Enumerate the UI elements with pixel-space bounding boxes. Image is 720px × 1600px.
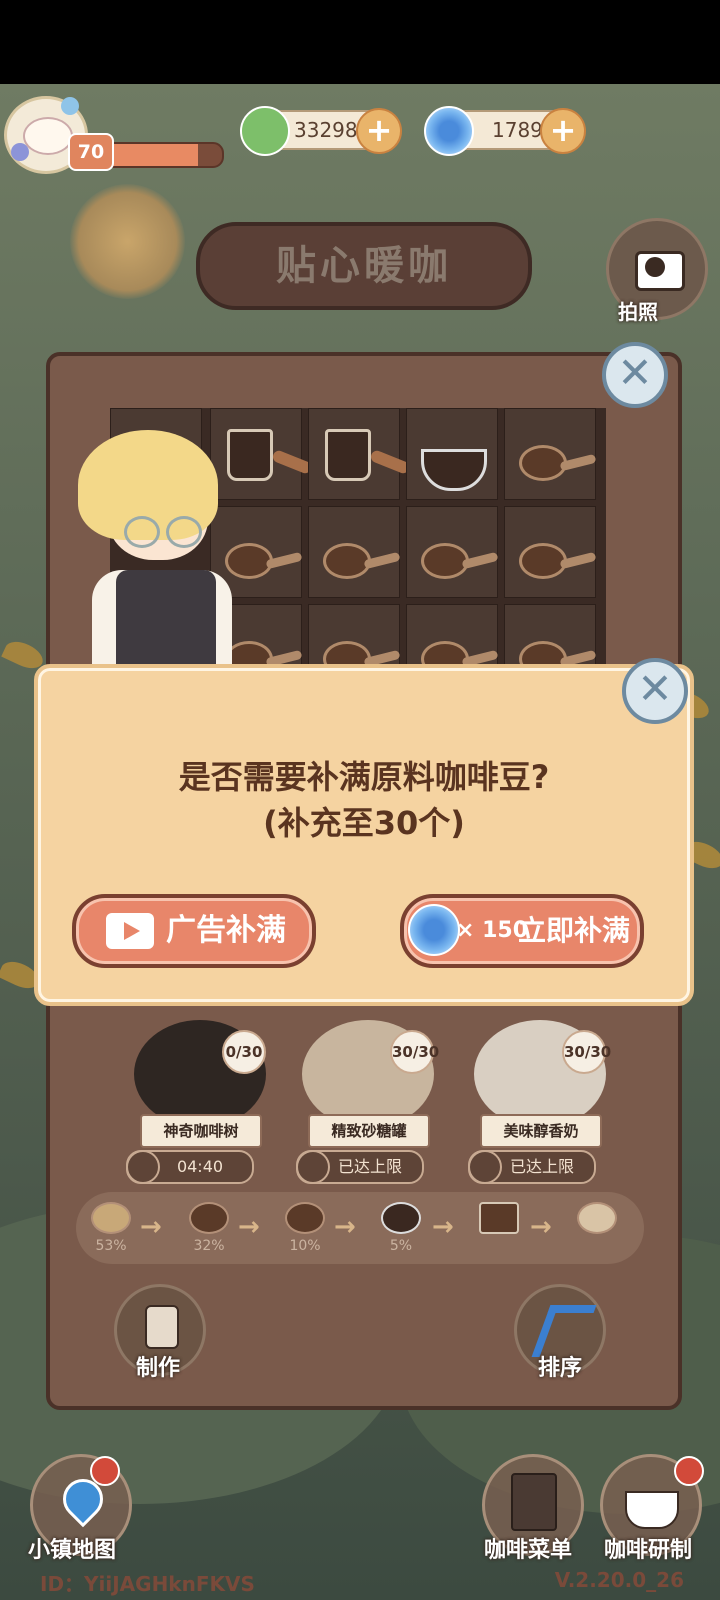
background-sun — [70, 184, 185, 299]
inventory-slot[interactable] — [308, 408, 400, 500]
inventory-slot[interactable] — [308, 506, 400, 598]
timer-text: 已达上限 — [509, 1157, 574, 1176]
inventory-slot[interactable] — [504, 506, 596, 598]
moka-pot-icon — [325, 429, 371, 481]
player-id: ID：YiiJAGHknFKVS — [40, 1572, 255, 1596]
process-step-pot — [470, 1202, 528, 1238]
dialog-close-button[interactable]: ✕ — [622, 658, 688, 724]
arrow-icon: → — [432, 1212, 454, 1242]
refill-dialog: 是否需要补满原料咖啡豆? (补充至30个) 广告补满 × 150 立即补满 — [34, 664, 694, 1006]
dialog-subtext: (补充至30个) — [263, 804, 465, 842]
sort-label: 排序 — [538, 1356, 583, 1381]
town-map-label: 小镇地图 — [28, 1538, 117, 1563]
grinder-icon — [145, 1305, 179, 1349]
drip-cup-icon — [421, 449, 487, 491]
material-milk[interactable]: 30/30 美味醇香奶 — [470, 1020, 611, 1170]
inventory-slot[interactable] — [406, 506, 498, 598]
level-progress-fill — [100, 144, 198, 166]
inventory-slot[interactable] — [406, 408, 498, 500]
barista-character — [78, 430, 238, 670]
material-name: 神奇咖啡树 — [140, 1114, 262, 1148]
buy-refill-button[interactable]: × 150 立即补满 — [400, 894, 644, 968]
coffee-spoon-icon — [519, 543, 567, 579]
camera-label: 拍照 — [618, 300, 658, 324]
process-step-drip: 5% — [372, 1202, 430, 1254]
panel-close-button[interactable]: ✕ — [602, 342, 668, 408]
coffee-spoon-icon — [421, 543, 469, 579]
clover-icon — [240, 106, 290, 156]
flower-icon — [61, 97, 79, 115]
glasses-lens — [166, 516, 202, 548]
blue-currency-value: 1789 — [492, 118, 543, 142]
shop-title-sign: 贴心暖咖 — [196, 222, 532, 310]
play-video-icon — [106, 913, 154, 949]
material-sugar-jar[interactable]: 30/30 精致砂糖罐 — [298, 1020, 439, 1170]
material-name: 美味醇香奶 — [480, 1114, 602, 1148]
inventory-slot[interactable] — [504, 408, 596, 500]
arrow-icon: → — [530, 1212, 552, 1242]
level-progress-bar — [98, 142, 224, 168]
material-count: 0/30 — [222, 1030, 266, 1074]
clock-icon — [126, 1150, 160, 1184]
version-label: V.2.20.0_26 — [554, 1568, 684, 1592]
ad-refill-button[interactable]: 广告补满 — [72, 894, 316, 968]
shop-title: 贴心暖咖 — [276, 243, 452, 289]
process-step-roasted: 32% — [180, 1202, 238, 1254]
clock-icon — [296, 1150, 330, 1184]
coffee-menu-label: 咖啡菜单 — [484, 1538, 573, 1563]
process-step-ground: 10% — [276, 1202, 334, 1254]
arrow-icon: → — [140, 1212, 162, 1242]
arrow-icon: → — [334, 1212, 356, 1242]
coffee-spoon-icon — [285, 1202, 325, 1234]
timer-text: 04:40 — [176, 1157, 224, 1176]
material-count: 30/30 — [562, 1030, 611, 1074]
process-step-cups — [568, 1202, 626, 1238]
dialog-question: 是否需要补满原料咖啡豆? — [178, 758, 550, 796]
process-chain: 53% → 32% → 10% → 5% → → — [76, 1192, 644, 1264]
coffee-cup-icon — [625, 1491, 679, 1529]
material-timer: 04:40 — [126, 1150, 254, 1184]
add-blue-currency-button[interactable]: + — [540, 108, 586, 154]
process-rate: 10% — [289, 1238, 321, 1254]
drip-cup-icon — [381, 1202, 421, 1234]
material-count: 30/30 — [390, 1030, 439, 1074]
clock-icon — [468, 1150, 502, 1184]
process-rate: 32% — [193, 1238, 225, 1254]
arrow-icon: → — [238, 1212, 260, 1242]
swirl-icon — [424, 106, 474, 156]
moka-pot-icon — [479, 1202, 519, 1234]
green-currency: 33298 + — [240, 106, 402, 156]
roasted-bean-icon — [189, 1202, 229, 1234]
barista-apron — [116, 570, 216, 670]
coffee-cups-icon — [577, 1202, 617, 1234]
process-rate: 53% — [95, 1238, 127, 1254]
ad-refill-label: 广告补满 — [166, 913, 286, 948]
material-timer: 已达上限 — [468, 1150, 596, 1184]
process-rate: 5% — [389, 1238, 413, 1254]
green-currency-value: 33298 — [294, 118, 358, 142]
notification-dot — [90, 1456, 120, 1486]
material-coffee-tree[interactable]: 0/30 神奇咖啡树 — [130, 1020, 270, 1170]
glasses-lens — [124, 516, 160, 548]
level-badge: 70 — [68, 133, 114, 171]
blue-currency: 1789 + — [424, 106, 586, 156]
coffee-spoon-icon — [519, 445, 567, 481]
menu-book-icon — [511, 1473, 557, 1531]
notification-dot — [674, 1456, 704, 1486]
process-step-bean: 53% — [82, 1202, 140, 1254]
timer-text: 已达上限 — [337, 1157, 402, 1176]
material-timer: 已达上限 — [296, 1150, 424, 1184]
coffee-bean-icon — [91, 1202, 131, 1234]
flower-icon — [11, 143, 29, 161]
coffee-spoon-icon — [323, 543, 371, 579]
material-name: 精致砂糖罐 — [308, 1114, 430, 1148]
make-label: 制作 — [136, 1356, 181, 1381]
avatar-face — [23, 117, 73, 155]
buy-refill-label: 立即补满 — [518, 914, 631, 947]
add-green-currency-button[interactable]: + — [356, 108, 402, 154]
camera-lens — [645, 257, 665, 277]
coffee-research-label: 咖啡研制 — [604, 1538, 693, 1563]
swirl-currency-icon — [408, 904, 460, 956]
